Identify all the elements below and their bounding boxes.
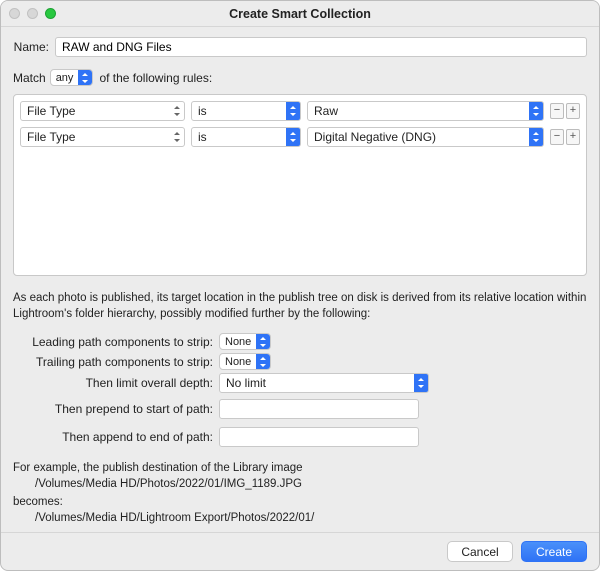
append-label: Then append to end of path: <box>27 430 213 444</box>
prepend-label: Then prepend to start of path: <box>27 402 213 416</box>
leading-strip-select[interactable]: None <box>219 333 271 350</box>
create-button[interactable]: Create <box>521 541 587 562</box>
rule-operator-value: is <box>192 104 286 118</box>
updown-icon <box>256 334 270 349</box>
rule-attribute-select-1[interactable]: File Type <box>20 127 185 147</box>
name-input[interactable] <box>55 37 587 57</box>
depth-limit-select[interactable]: No limit <box>219 373 429 393</box>
updown-icon <box>414 374 428 392</box>
trailing-strip-value: None <box>220 356 256 368</box>
example-dest-path: /Volumes/Media HD/Lightroom Export/Photo… <box>35 512 587 524</box>
zoom-window-icon[interactable] <box>45 8 56 19</box>
trailing-strip-label: Trailing path components to strip: <box>27 355 213 369</box>
match-mode-value: any <box>51 72 79 84</box>
rule-attribute-select-0[interactable]: File Type <box>20 101 185 121</box>
close-window-icon[interactable] <box>9 8 20 19</box>
depth-limit-label: Then limit overall depth: <box>27 376 213 390</box>
rule-stepper-1: − + <box>550 129 580 145</box>
minimize-window-icon[interactable] <box>27 8 38 19</box>
leading-strip-value: None <box>220 336 256 348</box>
remove-rule-button[interactable]: − <box>550 129 564 145</box>
rule-attribute-value: File Type <box>21 104 170 118</box>
trailing-strip-select[interactable]: None <box>219 353 271 370</box>
example-becomes: becomes: <box>13 496 587 508</box>
rule-value-value: Digital Negative (DNG) <box>308 130 529 144</box>
append-input[interactable] <box>219 427 419 447</box>
updown-icon <box>286 128 300 146</box>
rule-stepper-0: − + <box>550 103 580 119</box>
publish-description: As each photo is published, its target l… <box>13 290 587 322</box>
rule-row: File Type is Digital Negative (DNG) <box>20 127 580 147</box>
updown-icon <box>529 128 543 146</box>
name-label: Name: <box>13 40 49 54</box>
updown-icon <box>170 106 184 116</box>
add-rule-button[interactable]: + <box>566 103 580 119</box>
remove-rule-button[interactable]: − <box>550 103 564 119</box>
updown-icon <box>529 102 543 120</box>
rule-value-select-1[interactable]: Digital Negative (DNG) <box>307 127 544 147</box>
traffic-lights <box>9 8 56 19</box>
match-mode-select[interactable]: any <box>50 69 94 86</box>
match-row: Match any of the following rules: <box>13 69 587 86</box>
example-source-path: /Volumes/Media HD/Photos/2022/01/IMG_118… <box>35 478 587 490</box>
path-options: Leading path components to strip: None T… <box>13 330 587 450</box>
name-row: Name: <box>13 37 587 57</box>
prepend-input[interactable] <box>219 399 419 419</box>
updown-icon <box>78 70 92 85</box>
depth-limit-value: No limit <box>220 376 414 390</box>
updown-icon <box>170 132 184 142</box>
example-intro: For example, the publish destination of … <box>13 462 587 474</box>
example-block: For example, the publish destination of … <box>13 462 587 524</box>
rules-container: File Type is Raw <box>13 94 587 276</box>
dialog-content: Name: Match any of the following rules: … <box>1 27 599 532</box>
rule-row: File Type is Raw <box>20 101 580 121</box>
add-rule-button[interactable]: + <box>566 129 580 145</box>
rule-attribute-value: File Type <box>21 130 170 144</box>
rule-operator-value: is <box>192 130 286 144</box>
rule-operator-select-1[interactable]: is <box>191 127 301 147</box>
updown-icon <box>286 102 300 120</box>
updown-icon <box>256 354 270 369</box>
dialog-window: Create Smart Collection Name: Match any … <box>0 0 600 571</box>
rule-value-select-0[interactable]: Raw <box>307 101 544 121</box>
window-title: Create Smart Collection <box>229 7 371 21</box>
leading-strip-label: Leading path components to strip: <box>27 335 213 349</box>
titlebar: Create Smart Collection <box>1 1 599 27</box>
rule-operator-select-0[interactable]: is <box>191 101 301 121</box>
match-suffix: of the following rules: <box>99 71 212 85</box>
match-prefix: Match <box>13 71 46 85</box>
dialog-footer: Cancel Create <box>1 532 599 570</box>
cancel-button[interactable]: Cancel <box>447 541 513 562</box>
rule-value-value: Raw <box>308 104 529 118</box>
